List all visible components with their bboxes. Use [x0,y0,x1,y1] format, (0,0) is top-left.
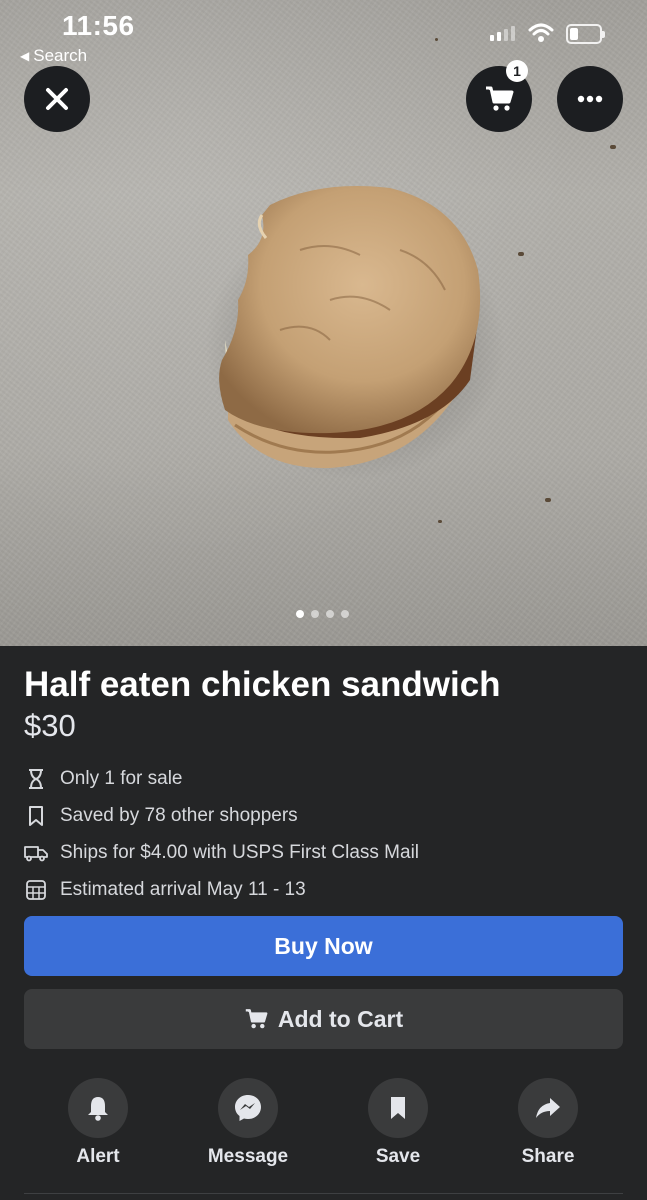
messenger-icon [235,1095,261,1121]
close-icon [46,88,68,110]
cart-count-badge: 1 [506,60,528,82]
listing-title: Half eaten chicken sandwich [24,665,501,704]
cellular-signal-icon [490,26,515,41]
save-action[interactable]: Save [338,1078,458,1168]
action-label: Alert [76,1146,120,1167]
back-label: Search [33,46,88,65]
bell-icon [88,1097,108,1121]
more-options-button[interactable] [557,66,623,132]
action-label: Share [521,1146,575,1167]
detail-text: Ships for $4.00 with USPS First Class Ma… [60,841,420,863]
add-to-cart-label: Add to Cart [277,1005,404,1032]
more-dots-icon [577,95,603,103]
back-to-search-link[interactable]: ◀ Search [20,46,87,66]
shopping-cart-icon [486,86,514,111]
wifi-icon [528,23,554,42]
status-time: 11:56 [62,10,135,41]
listing-details: Only 1 for sale Saved by 78 other shoppe… [24,760,419,908]
truck-icon [24,841,48,865]
share-button[interactable] [518,1078,578,1138]
sandwich-image [205,186,505,480]
detail-text: Only 1 for sale [60,767,183,789]
page-dot[interactable] [311,610,319,618]
alert-button[interactable] [68,1078,128,1138]
action-bar: Alert Message Save Share [0,1078,647,1178]
bookmark-icon [391,1097,405,1119]
action-label: Message [207,1146,289,1167]
shopping-cart-icon [245,1009,268,1029]
detail-row-shipping: Ships for $4.00 with USPS First Class Ma… [24,834,419,871]
page-dot[interactable] [326,610,334,618]
save-button[interactable] [368,1078,428,1138]
detail-row-saved: Saved by 78 other shoppers [24,797,419,834]
cart-button[interactable]: 1 [466,60,532,132]
calendar-icon [24,878,48,902]
detail-text: Saved by 78 other shoppers [60,804,298,826]
buy-now-button[interactable]: Buy Now [24,916,623,976]
action-label: Save [375,1146,421,1167]
back-triangle-icon: ◀ [20,49,30,63]
bottom-divider [24,1193,623,1194]
add-to-cart-button[interactable]: Add to Cart [24,989,623,1049]
detail-row-quantity: Only 1 for sale [24,760,419,797]
battery-icon [566,24,605,44]
page-dot[interactable] [341,610,349,618]
message-button[interactable] [218,1078,278,1138]
listing-price: $30 [24,708,76,743]
message-action[interactable]: Message [188,1078,308,1168]
alert-action[interactable]: Alert [38,1078,158,1168]
share-action[interactable]: Share [488,1078,608,1168]
page-dot[interactable] [296,610,304,618]
share-arrow-icon [536,1098,560,1118]
hourglass-icon [24,767,48,791]
listing-photo[interactable] [0,0,647,646]
detail-row-arrival: Estimated arrival May 11 - 13 [24,871,419,908]
close-button[interactable] [24,66,90,132]
detail-text: Estimated arrival May 11 - 13 [60,878,306,900]
photo-pagination[interactable] [296,610,349,618]
bookmark-icon [24,804,48,828]
